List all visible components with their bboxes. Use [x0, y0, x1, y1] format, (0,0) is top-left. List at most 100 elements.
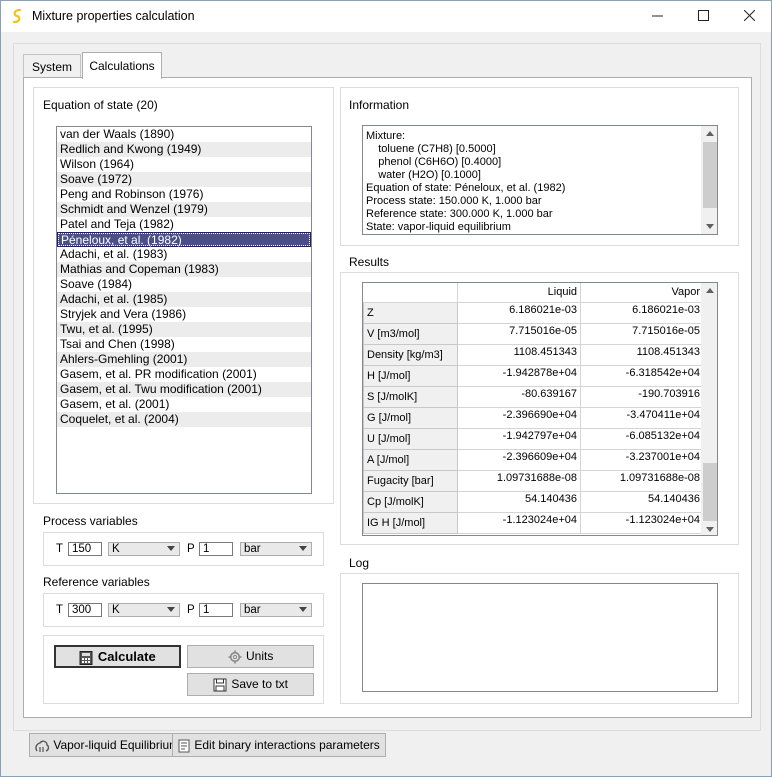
information-line: Reference state: 300.000 K, 1.000 bar: [366, 208, 553, 220]
results-row-header[interactable]: Density [kg/m3]: [363, 343, 458, 366]
table-row[interactable]: Z 6.186021e-03 6.186021e-03: [363, 301, 704, 324]
results-row-header[interactable]: Z: [363, 301, 458, 324]
vle-button[interactable]: Vapor-liquid Equilibrium: [29, 733, 186, 757]
tab-calculations[interactable]: Calculations: [82, 52, 162, 79]
log-textbox[interactable]: [362, 583, 718, 692]
minimize-button[interactable]: [634, 1, 680, 32]
eos-list-item[interactable]: Peng and Robinson (1976): [57, 187, 311, 202]
tab-system[interactable]: System: [23, 54, 81, 78]
reference-p-unit-select[interactable]: bar: [240, 603, 312, 617]
eos-list-item[interactable]: van der Waals (1890): [57, 127, 311, 142]
close-button[interactable]: [726, 1, 772, 32]
results-row-header[interactable]: Fugacity [bar]: [363, 469, 458, 492]
results-row-header[interactable]: U [J/mol]: [363, 427, 458, 450]
save-button[interactable]: Save to txt: [187, 673, 314, 696]
eos-listbox[interactable]: van der Waals (1890) Redlich and Kwong (1…: [56, 126, 312, 494]
table-row[interactable]: H [J/mol] -1.942878e+04 -6.318542e+04: [363, 364, 704, 387]
units-button[interactable]: Units: [187, 645, 314, 668]
scroll-down-icon[interactable]: [706, 527, 714, 532]
eos-list-item[interactable]: Schmidt and Wenzel (1979): [57, 202, 311, 217]
table-row[interactable]: S [J/molK] -80.639167 -190.703916: [363, 385, 704, 408]
table-row[interactable]: A [J/mol] -2.396609e+04 -3.237001e+04: [363, 448, 704, 471]
information-textbox[interactable]: Mixture: toluene (C7H8) [0.5000] phenol …: [362, 125, 718, 235]
reference-t-input[interactable]: 300: [68, 603, 102, 617]
eos-list-item[interactable]: Gasem, et al. PR modification (2001): [57, 367, 311, 382]
scroll-thumb[interactable]: [703, 463, 717, 521]
eos-list-item[interactable]: Tsai and Chen (1998): [57, 337, 311, 352]
results-scrollbar[interactable]: [701, 283, 717, 535]
results-liquid-cell[interactable]: -2.396609e+04: [457, 448, 581, 471]
maximize-button[interactable]: [680, 1, 726, 32]
results-liquid-cell[interactable]: -1.123024e+04: [457, 511, 581, 534]
eos-list-item[interactable]: Adachi, et al. (1983): [57, 247, 311, 262]
eos-list-item[interactable]: Coquelet, et al. (2004): [57, 412, 311, 427]
results-row-header[interactable]: A [J/mol]: [363, 448, 458, 471]
calculate-button[interactable]: Calculate: [54, 645, 181, 668]
results-liquid-cell[interactable]: -2.396690e+04: [457, 406, 581, 429]
process-t-unit-select[interactable]: K: [108, 542, 180, 556]
results-liquid-cell[interactable]: 6.186021e-03: [457, 301, 581, 324]
eos-list-item[interactable]: Stryjek and Vera (1986): [57, 307, 311, 322]
results-liquid-cell[interactable]: 7.715016e-05: [457, 322, 581, 345]
results-vapor-cell[interactable]: -1.123024e+04: [580, 511, 704, 534]
reference-p-input[interactable]: 1: [199, 603, 233, 617]
table-row[interactable]: IG H [J/mol] -1.123024e+04 -1.123024e+04: [363, 511, 704, 534]
results-liquid-cell[interactable]: -80.639167: [457, 385, 581, 408]
results-row-header[interactable]: IG H [J/mol]: [363, 511, 458, 534]
table-row[interactable]: G [J/mol] -2.396690e+04 -3.470411e+04: [363, 406, 704, 429]
eos-list-item[interactable]: Redlich and Kwong (1949): [57, 142, 311, 157]
eos-list-item[interactable]: Gasem, et al. (2001): [57, 397, 311, 412]
results-vapor-cell[interactable]: 1.09731688e-08: [580, 469, 704, 492]
eos-list-item[interactable]: Mathias and Copeman (1983): [57, 262, 311, 277]
eos-list-item[interactable]: Péneloux, et al. (1982): [57, 232, 311, 247]
results-row-header[interactable]: H [J/mol]: [363, 364, 458, 387]
eos-list-item[interactable]: Gasem, et al. Twu modification (2001): [57, 382, 311, 397]
results-vapor-cell[interactable]: 7.715016e-05: [580, 322, 704, 345]
results-row-header[interactable]: S [J/molK]: [363, 385, 458, 408]
scroll-thumb[interactable]: [703, 142, 717, 208]
results-col-liquid[interactable]: Liquid: [457, 283, 581, 303]
process-group-label: Process variables: [43, 514, 138, 528]
results-vapor-cell[interactable]: -6.085132e+04: [580, 427, 704, 450]
results-row-header[interactable]: V [m3/mol]: [363, 322, 458, 345]
table-row[interactable]: U [J/mol] -1.942797e+04 -6.085132e+04: [363, 427, 704, 450]
table-row[interactable]: Cp [J/molK] 54.140436 54.140436: [363, 490, 704, 513]
process-t-input[interactable]: 150: [68, 542, 102, 556]
results-row-header[interactable]: Cp [J/molK]: [363, 490, 458, 513]
gear-icon: [228, 650, 242, 664]
eos-list-item[interactable]: Patel and Teja (1982): [57, 217, 311, 232]
results-liquid-cell[interactable]: -1.942797e+04: [457, 427, 581, 450]
results-col-vapor[interactable]: Vapor: [580, 283, 704, 303]
results-vapor-cell[interactable]: 1108.451343: [580, 343, 704, 366]
results-vapor-cell[interactable]: -3.470411e+04: [580, 406, 704, 429]
results-liquid-cell[interactable]: 1.09731688e-08: [457, 469, 581, 492]
results-vapor-cell[interactable]: 54.140436: [580, 490, 704, 513]
process-p-input[interactable]: 1: [199, 542, 233, 556]
scroll-up-icon[interactable]: [706, 131, 714, 136]
eos-list-item[interactable]: Soave (1984): [57, 277, 311, 292]
information-scrollbar[interactable]: [701, 126, 717, 234]
process-p-unit-select[interactable]: bar: [240, 542, 312, 556]
results-liquid-cell[interactable]: 1108.451343: [457, 343, 581, 366]
eos-list-item[interactable]: Wilson (1964): [57, 157, 311, 172]
reference-t-unit-select[interactable]: K: [108, 603, 180, 617]
results-vapor-cell[interactable]: -6.318542e+04: [580, 364, 704, 387]
table-row[interactable]: Fugacity [bar] 1.09731688e-08 1.09731688e-…: [363, 469, 704, 492]
table-row[interactable]: Density [kg/m3] 1108.451343 1108.451343: [363, 343, 704, 366]
calculator-icon: [79, 650, 93, 665]
eos-list-item[interactable]: Ahlers-Gmehling (2001): [57, 352, 311, 367]
scroll-down-icon[interactable]: [706, 224, 714, 229]
eos-list-item[interactable]: Soave (1972): [57, 172, 311, 187]
results-liquid-cell[interactable]: -1.942878e+04: [457, 364, 581, 387]
results-liquid-cell[interactable]: 54.140436: [457, 490, 581, 513]
results-vapor-cell[interactable]: -190.703916: [580, 385, 704, 408]
scroll-up-icon[interactable]: [706, 288, 714, 293]
results-vapor-cell[interactable]: 6.186021e-03: [580, 301, 704, 324]
eos-list-item[interactable]: Twu, et al. (1995): [57, 322, 311, 337]
table-row[interactable]: V [m3/mol] 7.715016e-05 7.715016e-05: [363, 322, 704, 345]
results-vapor-cell[interactable]: -3.237001e+04: [580, 448, 704, 471]
edit-binary-button[interactable]: Edit binary interactions parameters: [172, 733, 386, 757]
results-row-header[interactable]: G [J/mol]: [363, 406, 458, 429]
eos-list-item[interactable]: Adachi, et al. (1985): [57, 292, 311, 307]
results-table[interactable]: Liquid Vapor Z 6.186021e-03 6.186021e-03 V …: [362, 282, 718, 536]
